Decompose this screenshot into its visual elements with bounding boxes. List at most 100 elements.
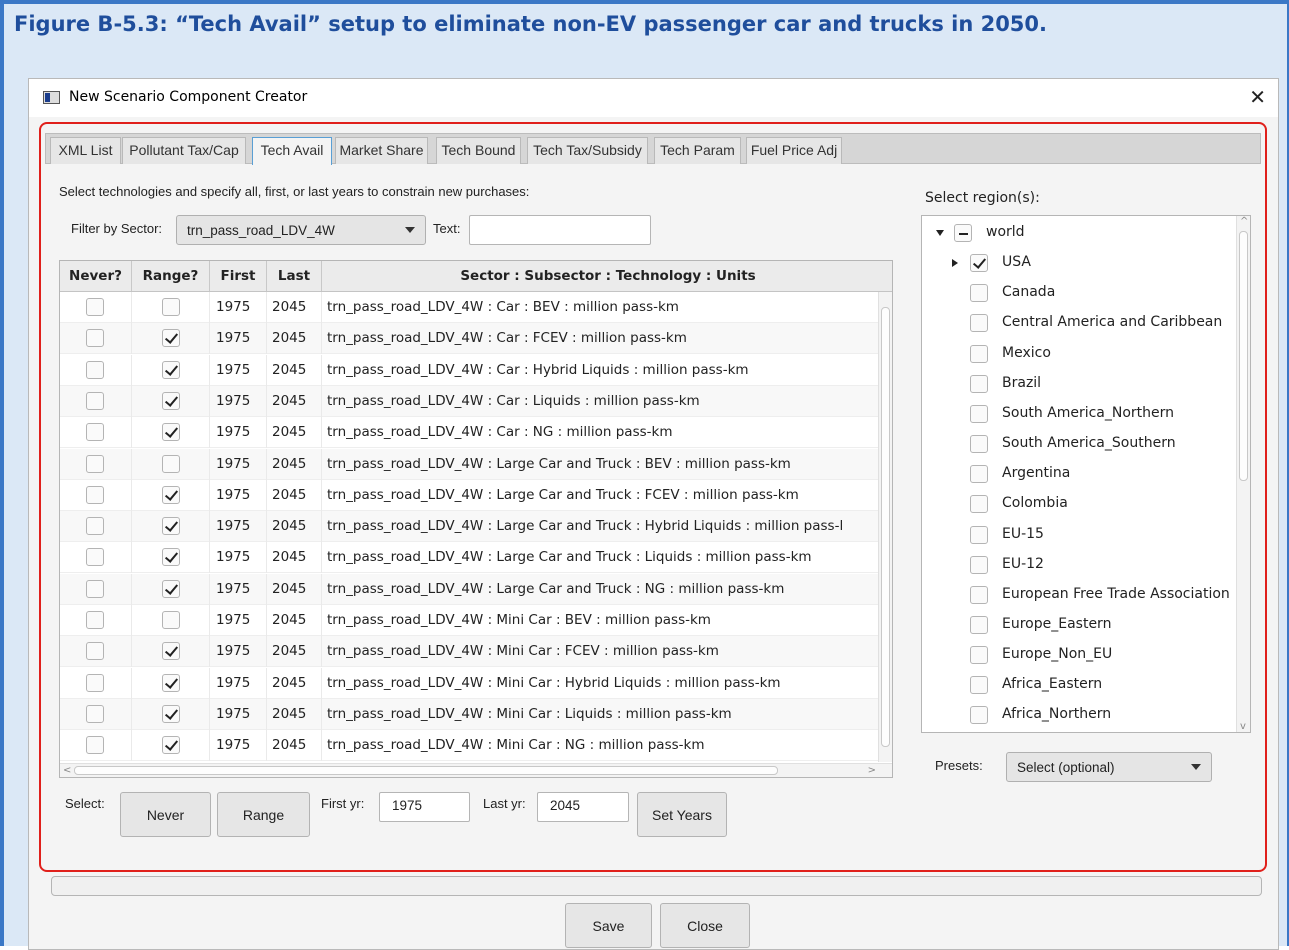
region-checkbox[interactable] <box>970 555 988 574</box>
never-checkbox[interactable] <box>86 517 104 536</box>
range-checkbox[interactable] <box>162 548 180 567</box>
range-checkbox[interactable] <box>162 736 180 755</box>
region-checkbox[interactable] <box>970 495 988 514</box>
region-item[interactable]: Mexico <box>922 339 1238 369</box>
region-checkbox[interactable] <box>970 374 988 393</box>
save-button[interactable]: Save <box>565 903 652 948</box>
table-row[interactable]: 1975 2045 trn_pass_road_LDV_4W : Large Car… <box>60 573 880 605</box>
scroll-down-icon[interactable]: v <box>1240 721 1246 732</box>
region-checkbox[interactable] <box>970 404 988 423</box>
scroll-left-icon[interactable]: < <box>63 765 71 776</box>
tab-tech-param[interactable]: Tech Param <box>654 137 741 164</box>
region-item[interactable]: Brazil <box>922 369 1238 399</box>
table-vertical-scrollbar[interactable] <box>878 292 892 762</box>
table-row[interactable]: 1975 2045 trn_pass_road_LDV_4W : Mini Car … <box>60 667 880 699</box>
region-checkbox[interactable] <box>970 676 988 695</box>
never-checkbox[interactable] <box>86 454 104 473</box>
region-item[interactable]: Africa_Eastern <box>922 670 1238 700</box>
never-checkbox[interactable] <box>86 423 104 442</box>
never-checkbox[interactable] <box>86 611 104 629</box>
scroll-up-icon[interactable]: ^ <box>1240 216 1248 227</box>
range-checkbox[interactable] <box>162 391 180 410</box>
region-item[interactable]: European Free Trade Association <box>922 580 1238 610</box>
region-checkbox[interactable] <box>970 314 988 333</box>
region-item[interactable]: EU-12 <box>922 550 1238 580</box>
tab-tech-tax-subsidy[interactable]: Tech Tax/Subsidy <box>527 137 648 164</box>
never-button[interactable]: Never <box>120 792 211 837</box>
region-checkbox[interactable] <box>970 435 988 454</box>
header-last[interactable]: Last <box>267 261 322 291</box>
never-checkbox[interactable] <box>86 360 104 379</box>
region-item[interactable]: Africa_Northern <box>922 700 1238 730</box>
region-checkbox[interactable] <box>970 706 988 725</box>
table-row[interactable]: 1975 2045 trn_pass_road_LDV_4W : Large Car… <box>60 511 880 543</box>
scroll-right-icon[interactable]: > <box>868 765 876 776</box>
never-checkbox[interactable] <box>86 704 104 723</box>
range-checkbox[interactable] <box>162 642 180 661</box>
range-checkbox[interactable] <box>162 423 180 442</box>
header-first[interactable]: First <box>210 261 267 291</box>
never-checkbox[interactable] <box>86 485 104 504</box>
filter-sector-dropdown[interactable]: trn_pass_road_LDV_4W <box>176 215 426 245</box>
never-checkbox[interactable] <box>86 329 104 348</box>
range-checkbox[interactable] <box>162 673 180 692</box>
tab-market-share[interactable]: Market Share <box>335 137 428 164</box>
never-checkbox[interactable] <box>86 391 104 410</box>
scroll-thumb[interactable] <box>881 307 890 747</box>
table-row[interactable]: 1975 2045 trn_pass_road_LDV_4W : Car : FCE… <box>60 323 880 355</box>
region-item[interactable]: world <box>922 218 1238 248</box>
range-checkbox[interactable] <box>162 454 180 473</box>
region-checkbox[interactable] <box>970 254 988 273</box>
tab-tech-avail[interactable]: Tech Avail <box>252 137 332 165</box>
scroll-thumb[interactable] <box>1239 231 1248 481</box>
range-button[interactable]: Range <box>217 792 310 837</box>
table-row[interactable]: 1975 2045 trn_pass_road_LDV_4W : Car : Hyb… <box>60 354 880 386</box>
table-row[interactable]: 1975 2045 trn_pass_road_LDV_4W : Car : Liq… <box>60 385 880 417</box>
header-range[interactable]: Range? <box>132 261 210 291</box>
table-row[interactable]: 1975 2045 trn_pass_road_LDV_4W : Large Car… <box>60 448 880 480</box>
never-checkbox[interactable] <box>86 548 104 567</box>
region-checkbox[interactable] <box>970 344 988 363</box>
set-years-button[interactable]: Set Years <box>637 792 727 837</box>
table-row[interactable]: 1975 2045 trn_pass_road_LDV_4W : Large Car… <box>60 542 880 574</box>
last-year-input[interactable]: 2045 <box>537 792 629 822</box>
region-item[interactable]: South America_Northern <box>922 399 1238 429</box>
table-row[interactable]: 1975 2045 trn_pass_road_LDV_4W : Mini Car … <box>60 698 880 730</box>
table-row[interactable]: 1975 2045 trn_pass_road_LDV_4W : Mini Car … <box>60 636 880 668</box>
region-checkbox[interactable] <box>970 585 988 604</box>
region-item[interactable]: Central America and Caribbean <box>922 308 1238 338</box>
scroll-thumb[interactable] <box>74 766 778 775</box>
header-never[interactable]: Never? <box>60 261 132 291</box>
region-checkbox[interactable] <box>954 224 972 242</box>
tab-xml-list[interactable]: XML List <box>50 137 121 164</box>
region-checkbox[interactable] <box>970 615 988 634</box>
region-item[interactable]: Europe_Eastern <box>922 610 1238 640</box>
region-checkbox[interactable] <box>970 525 988 544</box>
range-checkbox[interactable] <box>162 329 180 348</box>
range-checkbox[interactable] <box>162 298 180 316</box>
tab-fuel-price-adj[interactable]: Fuel Price Adj <box>746 137 842 164</box>
region-item[interactable]: Colombia <box>922 489 1238 519</box>
close-icon[interactable]: ✕ <box>1249 85 1266 109</box>
region-item[interactable]: Argentina <box>922 459 1238 489</box>
range-checkbox[interactable] <box>162 579 180 598</box>
presets-dropdown[interactable]: Select (optional) <box>1006 752 1212 782</box>
collapse-arrow-icon[interactable] <box>952 259 958 268</box>
region-item[interactable]: EU-15 <box>922 520 1238 550</box>
table-horizontal-scrollbar[interactable]: < > <box>60 763 892 777</box>
region-item[interactable]: Europe_Non_EU <box>922 640 1238 670</box>
header-technology[interactable]: Sector : Subsector : Technology : Units <box>322 261 892 291</box>
tab-pollutant-tax-cap[interactable]: Pollutant Tax/Cap <box>122 137 246 164</box>
tab-tech-bound[interactable]: Tech Bound <box>436 137 521 164</box>
never-checkbox[interactable] <box>86 673 104 692</box>
table-row[interactable]: 1975 2045 trn_pass_road_LDV_4W : Car : BEV… <box>60 292 880 323</box>
close-button[interactable]: Close <box>660 903 750 948</box>
range-checkbox[interactable] <box>162 517 180 536</box>
expand-arrow-icon[interactable] <box>936 230 944 236</box>
region-checkbox[interactable] <box>970 646 988 665</box>
table-row[interactable]: 1975 2045 trn_pass_road_LDV_4W : Large Car… <box>60 479 880 511</box>
range-checkbox[interactable] <box>162 611 180 629</box>
region-item[interactable]: South America_Southern <box>922 429 1238 459</box>
never-checkbox[interactable] <box>86 298 104 316</box>
never-checkbox[interactable] <box>86 642 104 661</box>
